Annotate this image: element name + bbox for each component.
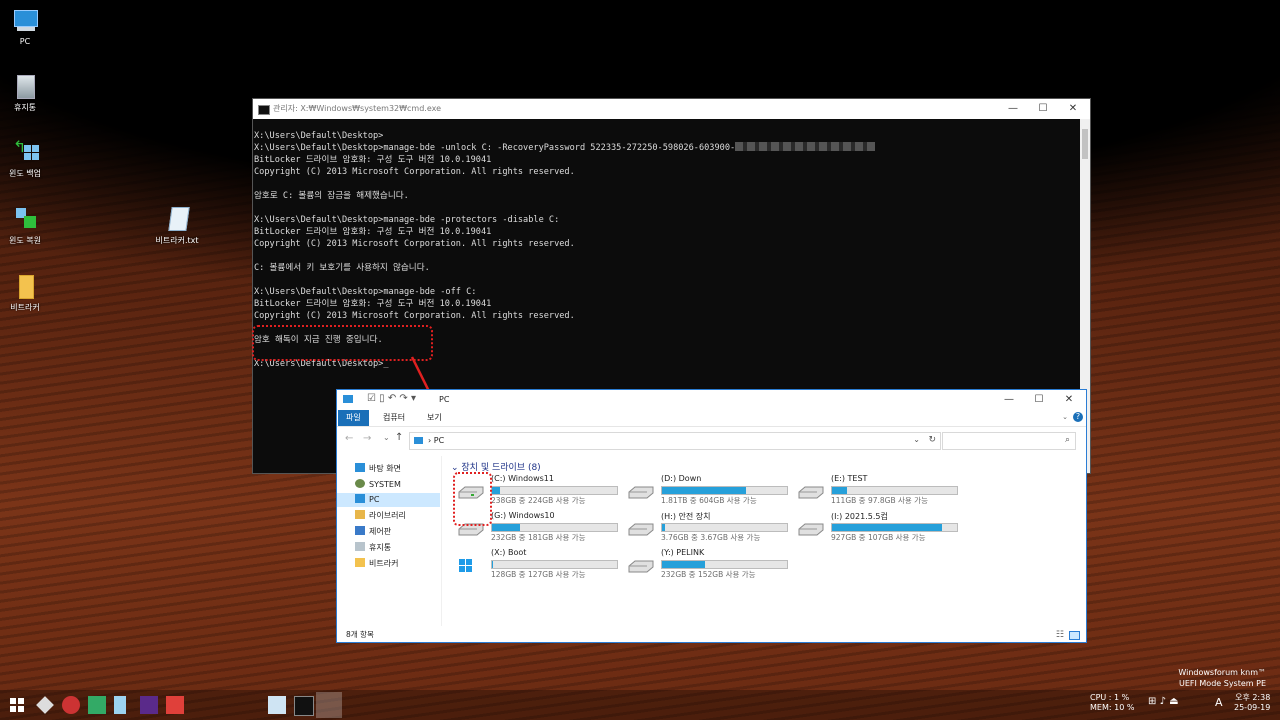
tab-file[interactable]: 파일: [338, 410, 369, 426]
nav-item-recycle-bin[interactable]: 휴지통: [355, 541, 391, 555]
chevron-down-icon[interactable]: ⌄: [1062, 413, 1068, 421]
breadcrumb[interactable]: › PC: [428, 436, 444, 445]
hard-drive-icon: [627, 521, 655, 537]
notepad-taskbar-icon[interactable]: [268, 696, 286, 714]
ribbon-tabs: 파일 컴퓨터 보기 ⌄ ?: [337, 410, 1086, 427]
search-input[interactable]: ⌕: [942, 432, 1076, 450]
hard-drive-icon: [797, 521, 825, 537]
usage-bar: [491, 486, 618, 495]
explorer-window[interactable]: ☑ ▯ ↶ ↷ ▾ PC — ☐ ✕ 파일 컴퓨터 보기 ⌄ ? ← → ⌄ ↑…: [336, 389, 1087, 643]
nav-item-system[interactable]: SYSTEM: [355, 478, 401, 492]
user-icon: [355, 479, 365, 488]
drive-item[interactable]: (H:) 안전 장치 3.76GB 중 3.67GB 사용 가능: [613, 511, 788, 542]
computer-icon: [343, 395, 353, 403]
app-icon[interactable]: [88, 696, 106, 714]
quick-access-icon[interactable]: ☑ ▯ ↶ ↷ ▾: [367, 393, 416, 404]
drive-item[interactable]: (X:) Boot 128GB 중 127GB 사용 가능: [443, 548, 618, 579]
usage-bar: [491, 560, 618, 569]
volume-icon[interactable]: ♪: [1160, 696, 1166, 707]
taskbar: [0, 690, 1280, 720]
usage-bar: [661, 486, 788, 495]
system-stats: CPU : 1 % MEM: 10 %: [1090, 693, 1135, 712]
address-input[interactable]: › PC ⌄ ↻: [409, 432, 941, 450]
tray-icons[interactable]: ⊞ ♪ ⏏: [1148, 697, 1179, 707]
app-icon[interactable]: [62, 696, 80, 714]
search-icon: ⌕: [1064, 435, 1070, 445]
status-bar: 8개 항목 ☷: [337, 628, 1086, 642]
tiles-view-icon[interactable]: [1069, 631, 1080, 640]
control-panel-icon: [355, 526, 365, 535]
tab-computer[interactable]: 컴퓨터: [375, 410, 413, 426]
usb-icon[interactable]: ⏏: [1169, 696, 1178, 707]
forward-icon[interactable]: →: [363, 433, 371, 444]
app-icon[interactable]: [140, 696, 158, 714]
usage-bar: [661, 523, 788, 532]
drives-view: ⌄ 장치 및 드라이브 (8) (C:) Windows11 238GB 중 2…: [443, 456, 1086, 626]
computer-icon: [355, 494, 365, 503]
folder-icon: [355, 558, 365, 567]
help-icon[interactable]: ?: [1073, 412, 1083, 422]
maximize-button[interactable]: ☐: [1024, 390, 1054, 410]
navigation-pane: 바탕 화면 SYSTEM PC 라이브러리 제어판 휴지통 비트라커: [337, 456, 442, 626]
nav-item-pc[interactable]: PC: [337, 493, 440, 507]
usage-bar: [831, 486, 958, 495]
back-icon[interactable]: ←: [345, 433, 353, 444]
nav-item-libraries[interactable]: 라이브러리: [355, 509, 406, 523]
nav-item-desktop[interactable]: 바탕 화면: [355, 462, 401, 476]
refresh-icon[interactable]: ↻: [928, 435, 936, 445]
computer-icon: [414, 437, 423, 444]
hard-drive-icon: [627, 484, 655, 500]
up-icon[interactable]: ↑: [395, 432, 403, 443]
desktop-icon: [355, 463, 365, 472]
app-icon[interactable]: [166, 696, 184, 714]
nav-item-control-panel[interactable]: 제어판: [355, 525, 391, 539]
start-button[interactable]: [8, 696, 26, 714]
ime-indicator[interactable]: A: [1215, 697, 1223, 708]
minimize-button[interactable]: —: [994, 390, 1024, 410]
cmd-taskbar-icon[interactable]: [294, 696, 314, 716]
explorer-title: PC: [439, 395, 450, 404]
recent-dropdown-icon[interactable]: ⌄: [383, 433, 390, 442]
network-icon[interactable]: ⊞: [1148, 696, 1156, 707]
clock[interactable]: 오후 2:38 25-09-19: [1234, 693, 1270, 713]
details-view-icon[interactable]: ☷: [1056, 628, 1064, 642]
chevron-down-icon[interactable]: ⌄: [913, 435, 920, 444]
highlight-box-drive-c: [453, 472, 492, 526]
watermark: Windowsforum knm™ UEFI Mode System PE: [1178, 668, 1266, 688]
windows-logo-icon: [457, 558, 485, 574]
recycle-bin-icon: [355, 542, 365, 551]
item-count: 8개 항목: [346, 630, 374, 639]
drive-item[interactable]: (E:) TEST 111GB 중 97.8GB 사용 가능: [783, 474, 958, 505]
usage-bar: [831, 523, 958, 532]
usage-bar: [661, 560, 788, 569]
address-bar-row: ← → ⌄ ↑ › PC ⌄ ↻ ⌕: [337, 430, 1086, 452]
tab-view[interactable]: 보기: [419, 410, 450, 426]
drive-item[interactable]: (I:) 2021.5.5컴 927GB 중 107GB 사용 가능: [783, 511, 958, 542]
explorer-title-bar[interactable]: ☑ ▯ ↶ ↷ ▾ PC — ☐ ✕: [337, 390, 1086, 410]
app-icon[interactable]: [114, 696, 126, 714]
hard-drive-icon: [627, 558, 655, 574]
drive-item[interactable]: (D:) Down 1.81TB 중 604GB 사용 가능: [613, 474, 788, 505]
nav-item-bitlocker-folder[interactable]: 비트라커: [355, 557, 398, 571]
hard-drive-icon: [797, 484, 825, 500]
usage-bar: [491, 523, 618, 532]
close-button[interactable]: ✕: [1054, 390, 1084, 410]
app-icon[interactable]: [36, 696, 54, 714]
drive-item[interactable]: (Y:) PELINK 232GB 중 152GB 사용 가능: [613, 548, 788, 579]
explorer-taskbar-icon[interactable]: [316, 692, 342, 718]
library-icon: [355, 510, 365, 519]
